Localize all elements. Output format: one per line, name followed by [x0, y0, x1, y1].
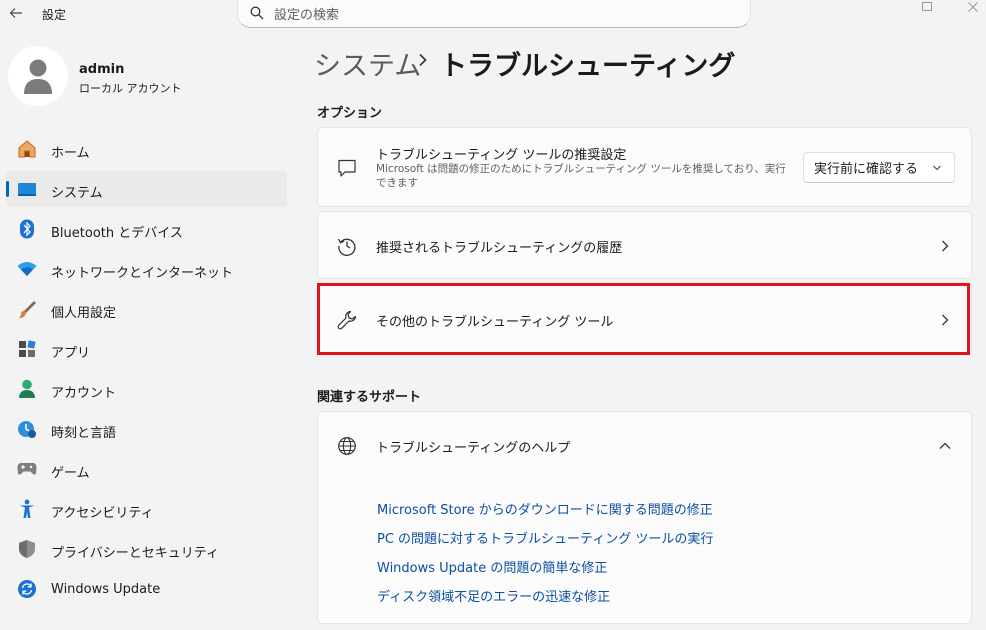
- history-card[interactable]: 推奨されるトラブルシューティングの履歴: [317, 211, 972, 279]
- active-indicator: [6, 181, 9, 197]
- sidebar-item-network[interactable]: ネットワークとインターネット: [6, 251, 287, 287]
- sidebar-item-label: アカウント: [51, 386, 117, 401]
- close-button[interactable]: [966, 0, 980, 14]
- close-icon: [968, 2, 978, 12]
- network-icon: [16, 259, 38, 279]
- recommended-settings-description: Microsoft は問題の修正のためにトラブルシューティング ツールを推奨して…: [376, 163, 786, 189]
- title-bar: 設定 設定の検索: [0, 0, 986, 28]
- account-type: ローカル アカウント: [79, 82, 182, 95]
- history-icon: [336, 235, 358, 257]
- troubleshooting-help-header[interactable]: トラブルシューティングのヘルプ: [317, 411, 972, 479]
- sidebar-nav: ホーム システム Bluetooth とデバイス ネットワークとインターネット …: [6, 131, 287, 611]
- highlight-box: [317, 283, 970, 355]
- maximize-button[interactable]: [920, 0, 934, 14]
- apps-icon: [16, 339, 38, 359]
- sidebar-item-personalization[interactable]: 個人用設定: [6, 291, 287, 327]
- home-icon: [16, 139, 38, 159]
- sidebar-item-label: アクセシビリティ: [51, 506, 154, 521]
- sidebar-item-home[interactable]: ホーム: [6, 131, 287, 167]
- sidebar-item-time-language[interactable]: 時刻と言語: [6, 411, 287, 447]
- chevron-down-icon: [932, 162, 942, 177]
- sidebar-item-label: 個人用設定: [51, 306, 117, 321]
- user-name: admin: [79, 62, 125, 77]
- account-icon: [16, 379, 38, 399]
- recommended-settings-title: トラブルシューティング ツールの推奨設定: [376, 148, 627, 163]
- help-link-store-download[interactable]: Microsoft Store からのダウンロードに関する問題の修正: [377, 499, 713, 518]
- app-title: 設定: [42, 8, 67, 22]
- time-language-icon: [16, 419, 38, 439]
- history-title: 推奨されるトラブルシューティングの履歴: [376, 241, 623, 256]
- section-title-related-support: 関連するサポート: [317, 390, 422, 405]
- back-arrow-icon: [9, 8, 22, 18]
- sidebar-item-privacy[interactable]: プライバシーとセキュリティ: [6, 531, 287, 567]
- brush-icon: [16, 299, 38, 319]
- sidebar-item-bluetooth[interactable]: Bluetooth とデバイス: [6, 211, 287, 247]
- recommended-settings-card: トラブルシューティング ツールの推奨設定 Microsoft は問題の修正のため…: [317, 127, 972, 207]
- page-title: トラブルシューティング: [440, 51, 736, 82]
- sidebar-item-system[interactable]: システム: [6, 171, 287, 207]
- bluetooth-icon: [16, 219, 38, 239]
- shield-icon: [16, 539, 38, 559]
- message-icon: [336, 157, 358, 179]
- troubleshooting-help-links: Microsoft Store からのダウンロードに関する問題の修正 PC の問…: [317, 478, 972, 624]
- avatar[interactable]: [8, 46, 68, 106]
- sidebar-item-accessibility[interactable]: アクセシビリティ: [6, 491, 287, 527]
- sidebar-item-label: アプリ: [51, 346, 91, 361]
- sidebar-item-gaming[interactable]: ゲーム: [6, 451, 287, 487]
- help-link-windows-update[interactable]: Windows Update の問題の簡単な修正: [377, 557, 607, 576]
- search-placeholder: 設定の検索: [274, 7, 340, 23]
- gamepad-icon: [16, 459, 38, 479]
- globe-icon: [336, 435, 358, 457]
- user-avatar-icon: [24, 59, 52, 94]
- sidebar-item-label: システム: [51, 186, 103, 201]
- troubleshooting-help-title: トラブルシューティングのヘルプ: [376, 441, 571, 456]
- sidebar-item-label: ゲーム: [51, 466, 90, 481]
- sidebar-item-label: プライバシーとセキュリティ: [51, 546, 219, 561]
- update-icon: [16, 579, 38, 599]
- sidebar-item-accounts[interactable]: アカウント: [6, 371, 287, 407]
- chevron-right-icon: [939, 240, 951, 252]
- search-icon: [250, 6, 264, 20]
- sidebar-item-label: 時刻と言語: [51, 426, 117, 441]
- breadcrumb-chevron-icon: [418, 52, 428, 71]
- sidebar-item-label: ホーム: [51, 146, 90, 161]
- sidebar-item-label: ネットワークとインターネット: [51, 266, 234, 281]
- sidebar-item-label: Bluetooth とデバイス: [51, 226, 183, 241]
- dropdown-selected-value: 実行前に確認する: [814, 162, 919, 177]
- maximize-icon: [922, 2, 932, 11]
- system-icon: [16, 179, 38, 199]
- search-input[interactable]: 設定の検索: [237, 0, 751, 28]
- accessibility-icon: [16, 499, 38, 519]
- sidebar-item-windows-update[interactable]: Windows Update: [6, 571, 287, 607]
- breadcrumb-system[interactable]: システム: [314, 44, 421, 83]
- chevron-up-icon: [939, 440, 951, 452]
- recommended-settings-dropdown[interactable]: 実行前に確認する: [803, 152, 955, 183]
- back-button[interactable]: [6, 2, 26, 24]
- help-link-run-troubleshooter[interactable]: PC の問題に対するトラブルシューティング ツールの実行: [377, 528, 713, 547]
- section-title-options: オプション: [317, 106, 383, 121]
- sidebar-item-label: Windows Update: [51, 582, 161, 597]
- sidebar-item-apps[interactable]: アプリ: [6, 331, 287, 367]
- help-link-disk-space[interactable]: ディスク領域不足のエラーの迅速な修正: [377, 586, 610, 605]
